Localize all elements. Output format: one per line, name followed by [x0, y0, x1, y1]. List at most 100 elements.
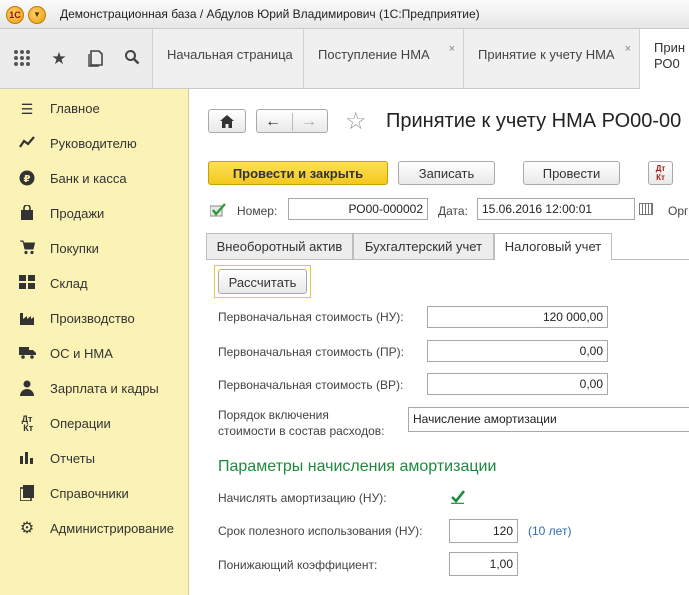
- organization-label: Орг: [668, 204, 689, 218]
- calendar-icon[interactable]: [639, 203, 653, 215]
- sidebar-item-label: Зарплата и кадры: [50, 381, 159, 396]
- initial-cost-pr-field[interactable]: 0,00: [427, 340, 608, 362]
- useful-life-hint: (10 лет): [528, 524, 572, 538]
- tab-label: Прин РО0: [654, 40, 686, 71]
- sidebar-item-label: Руководителю: [50, 136, 137, 151]
- cart-icon: [18, 240, 36, 258]
- home-button[interactable]: [208, 109, 246, 133]
- initial-cost-pr-label: Первоначальная стоимость (ПР):: [218, 345, 404, 359]
- favorite-star-icon[interactable]: ☆: [345, 107, 367, 136]
- post-button[interactable]: Провести: [523, 161, 620, 185]
- tab-tax-accounting[interactable]: Налоговый учет: [494, 233, 612, 260]
- tab-label: Принятие к учету НМА: [478, 47, 615, 62]
- main-menu-icon[interactable]: ▼: [28, 6, 46, 24]
- nav-buttons: ← →: [256, 109, 328, 133]
- gear-icon: ⚙: [19, 520, 35, 537]
- page-title: Принятие к учету НМА РО00-00: [386, 110, 682, 132]
- apps-grid-icon[interactable]: [12, 49, 32, 69]
- person-icon: [18, 380, 36, 398]
- useful-life-label: Срок полезного использования (НУ):: [218, 524, 423, 538]
- sidebar-item-label: ОС и НМА: [50, 346, 113, 361]
- dt-kt-button[interactable]: Дт Кт: [648, 161, 673, 185]
- sidebar-item-production[interactable]: Производство: [0, 301, 188, 336]
- useful-life-field[interactable]: 120: [449, 519, 518, 543]
- ruble-coin-icon: ₽: [18, 170, 36, 188]
- date-field[interactable]: 15.06.2016 12:00:01: [477, 198, 635, 220]
- window-title: Демонстрационная база / Абдулов Юрий Вла…: [60, 7, 480, 21]
- app-logo-icon[interactable]: 1С: [6, 6, 24, 24]
- shopping-bag-icon: [18, 204, 36, 223]
- factory-icon: [18, 310, 36, 328]
- tab-label: Начальная страница: [167, 47, 293, 62]
- tab-divider: [206, 259, 494, 260]
- sidebar-item-label: Администрирование: [50, 521, 174, 536]
- tab-label: Поступление НМА: [318, 47, 430, 62]
- toolbar-icons: ★: [0, 29, 153, 88]
- forward-arrow-icon[interactable]: →: [301, 110, 317, 134]
- document-form: ← → ☆ Принятие к учету НМА РО00-00 Прове…: [189, 89, 689, 595]
- sidebar-item-bank[interactable]: ₽ Банк и касса: [0, 161, 188, 196]
- sidebar-item-operations[interactable]: Дт Кт Операции: [0, 406, 188, 441]
- charge-amortization-label: Начислять амортизацию (НУ):: [218, 491, 387, 505]
- number-field[interactable]: РО00-000002: [288, 198, 428, 220]
- sidebar-item-purchases[interactable]: Покупки: [0, 231, 188, 266]
- initial-cost-vr-field[interactable]: 0,00: [427, 373, 608, 395]
- sidebar-item-manager[interactable]: Руководителю: [0, 126, 188, 161]
- sidebar-item-catalogs[interactable]: Справочники: [0, 476, 188, 511]
- initial-cost-vr-label: Первоначальная стоимость (ВР):: [218, 378, 404, 392]
- sidebar-item-label: Продажи: [50, 206, 105, 221]
- history-icon[interactable]: [86, 49, 106, 69]
- charge-amortization-checkbox[interactable]: [450, 489, 466, 504]
- back-arrow-icon[interactable]: ←: [265, 110, 281, 134]
- sidebar-item-label: Производство: [50, 311, 135, 326]
- truck-icon: [18, 345, 36, 363]
- tab-home[interactable]: Начальная страница: [153, 29, 304, 88]
- expense-order-select[interactable]: Начисление амортизации: [408, 407, 689, 432]
- warehouse-icon: [18, 275, 36, 293]
- sidebar: ☰ Главное Руководителю ₽ Банк и касса Пр…: [0, 89, 189, 595]
- close-icon[interactable]: ×: [625, 43, 631, 55]
- sidebar-item-sales[interactable]: Продажи: [0, 196, 188, 231]
- sidebar-item-label: Справочники: [50, 486, 129, 501]
- top-panel: ★ Начальная страница Поступление НМА × П…: [0, 29, 689, 90]
- save-button[interactable]: Записать: [398, 161, 495, 185]
- reducing-coefficient-field[interactable]: 1,00: [449, 552, 518, 576]
- tab-accounting[interactable]: Бухгалтерский учет: [353, 233, 494, 259]
- sidebar-item-label: Операции: [50, 416, 111, 431]
- sidebar-item-label: Банк и касса: [50, 171, 127, 186]
- tab-nma-acceptance[interactable]: Принятие к учету НМА ×: [464, 29, 640, 88]
- tab-current-document[interactable]: Прин РО0: [640, 29, 689, 90]
- bar-chart-icon: [18, 450, 36, 468]
- calculate-focus-frame: Рассчитать: [214, 265, 311, 298]
- number-label: Номер:: [237, 204, 278, 218]
- close-icon[interactable]: ×: [449, 43, 455, 55]
- sidebar-item-label: Покупки: [50, 241, 99, 256]
- list-icon: ☰: [20, 101, 34, 117]
- initial-cost-nu-label: Первоначальная стоимость (НУ):: [218, 310, 404, 324]
- window-title-bar: 1С ▼ Демонстрационная база / Абдулов Юри…: [0, 0, 689, 29]
- post-and-close-button[interactable]: Провести и закрыть: [208, 161, 388, 185]
- sidebar-item-reports[interactable]: Отчеты: [0, 441, 188, 476]
- sidebar-item-warehouse[interactable]: Склад: [0, 266, 188, 301]
- tab-fixed-asset[interactable]: Внеоборотный актив: [206, 233, 353, 259]
- chart-line-icon: [18, 135, 36, 153]
- amortization-section-title: Параметры начисления амортизации: [218, 458, 497, 475]
- sidebar-item-label: Склад: [50, 276, 88, 291]
- sidebar-item-fixed-assets[interactable]: ОС и НМА: [0, 336, 188, 371]
- search-icon[interactable]: [122, 49, 142, 69]
- tab-nma-receipt[interactable]: Поступление НМА ×: [304, 29, 464, 88]
- calculate-button[interactable]: Рассчитать: [218, 269, 307, 294]
- book-icon: [18, 485, 36, 503]
- svg-text:₽: ₽: [24, 174, 31, 185]
- sidebar-item-admin[interactable]: ⚙ Администрирование: [0, 511, 188, 546]
- sidebar-item-salary[interactable]: Зарплата и кадры: [0, 371, 188, 406]
- initial-cost-nu-field[interactable]: 120 000,00: [427, 306, 608, 328]
- dt-kt-icon: Дт Кт: [20, 414, 34, 433]
- posted-status-icon: [209, 203, 226, 217]
- sidebar-item-label: Главное: [50, 101, 100, 116]
- reducing-coefficient-label: Понижающий коэффициент:: [218, 558, 378, 572]
- date-label: Дата:: [438, 204, 468, 218]
- tab-divider: [612, 259, 689, 260]
- star-icon[interactable]: ★: [49, 49, 69, 69]
- sidebar-item-main[interactable]: ☰ Главное: [0, 91, 188, 126]
